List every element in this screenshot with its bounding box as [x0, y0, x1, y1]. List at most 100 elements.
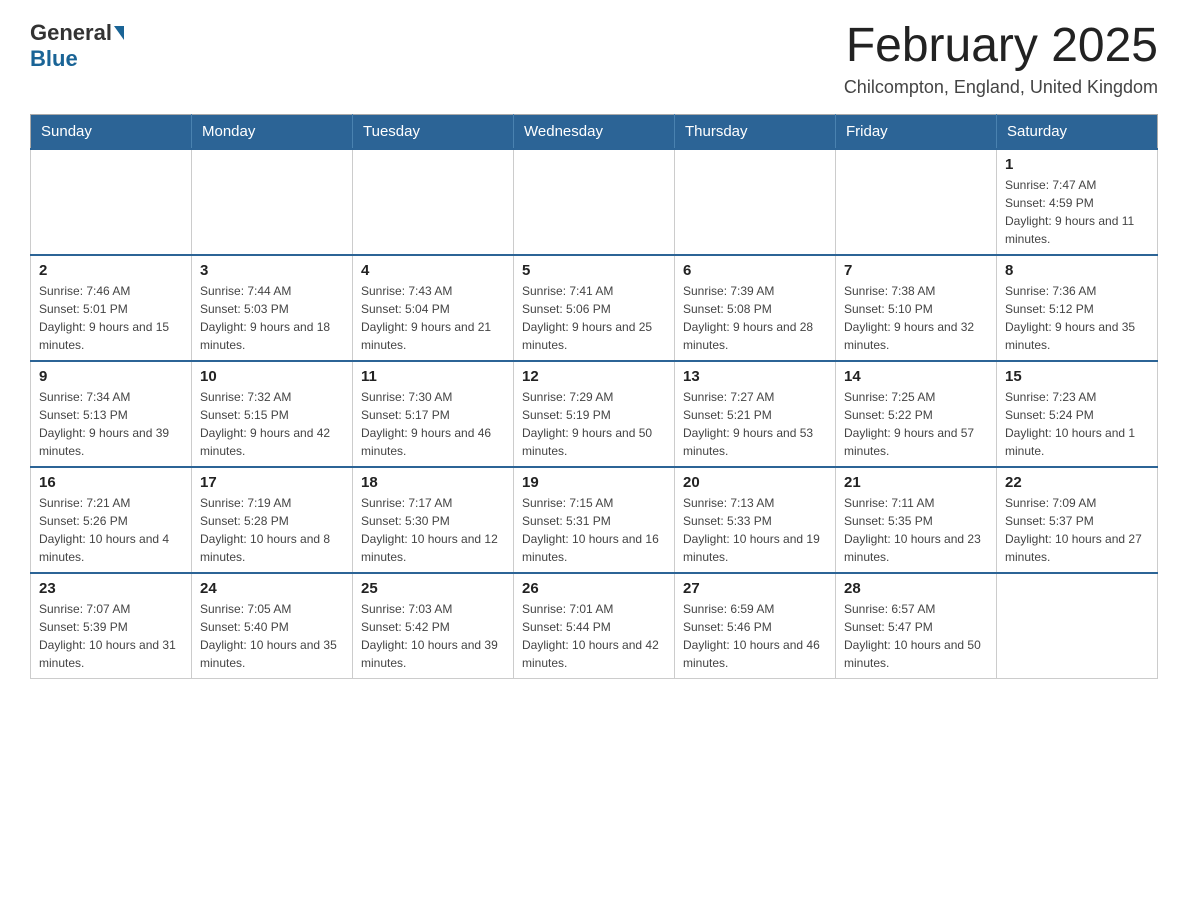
- day-info: Sunrise: 7:23 AMSunset: 5:24 PMDaylight:…: [1005, 388, 1149, 460]
- table-row: 23Sunrise: 7:07 AMSunset: 5:39 PMDayligh…: [31, 573, 192, 679]
- day-number: 2: [39, 262, 183, 279]
- day-info: Sunrise: 7:27 AMSunset: 5:21 PMDaylight:…: [683, 388, 827, 460]
- calendar-table: Sunday Monday Tuesday Wednesday Thursday…: [30, 114, 1158, 679]
- day-info: Sunrise: 7:05 AMSunset: 5:40 PMDaylight:…: [200, 600, 344, 672]
- table-row: 9 Sunrise: 7:34 AMSunset: 5:13 PMDaylight…: [31, 361, 192, 467]
- col-header-wednesday: Wednesday: [514, 114, 675, 149]
- day-info: Sunrise: 7:15 AMSunset: 5:31 PMDaylight:…: [522, 494, 666, 566]
- day-number: 6: [683, 262, 827, 279]
- table-row: 18 Sunrise: 7:17 AMSunset: 5:30 PMDayligh…: [353, 467, 514, 573]
- calendar-week-row: 1Sunrise: 7:47 AMSunset: 4:59 PMDaylight…: [31, 149, 1158, 255]
- table-row: 17 Sunrise: 7:19 AMSunset: 5:28 PMDayligh…: [192, 467, 353, 573]
- table-row: 12 Sunrise: 7:29 AMSunset: 5:19 PMDayligh…: [514, 361, 675, 467]
- day-info: Sunrise: 7:09 AMSunset: 5:37 PMDaylight:…: [1005, 494, 1149, 566]
- day-number: 28: [844, 580, 988, 597]
- table-row: 24 Sunrise: 7:05 AMSunset: 5:40 PMDayligh…: [192, 573, 353, 679]
- logo: General Blue: [30, 20, 126, 72]
- day-number: 11: [361, 368, 505, 385]
- location-subtitle: Chilcompton, England, United Kingdom: [844, 77, 1158, 98]
- table-row: [192, 149, 353, 255]
- table-row: 6 Sunrise: 7:39 AMSunset: 5:08 PMDaylight…: [675, 255, 836, 361]
- day-info: Sunrise: 7:13 AMSunset: 5:33 PMDaylight:…: [683, 494, 827, 566]
- table-row: 7 Sunrise: 7:38 AMSunset: 5:10 PMDaylight…: [836, 255, 997, 361]
- day-number: 15: [1005, 368, 1149, 385]
- day-number: 27: [683, 580, 827, 597]
- day-number: 16: [39, 474, 183, 491]
- day-number: 7: [844, 262, 988, 279]
- day-info: Sunrise: 7:29 AMSunset: 5:19 PMDaylight:…: [522, 388, 666, 460]
- table-row: 11Sunrise: 7:30 AMSunset: 5:17 PMDayligh…: [353, 361, 514, 467]
- day-info: Sunrise: 7:11 AMSunset: 5:35 PMDaylight:…: [844, 494, 988, 566]
- logo-blue-text: Blue: [30, 46, 78, 72]
- day-info: Sunrise: 7:43 AMSunset: 5:04 PMDaylight:…: [361, 282, 505, 354]
- calendar-week-row: 23Sunrise: 7:07 AMSunset: 5:39 PMDayligh…: [31, 573, 1158, 679]
- calendar-week-row: 16 Sunrise: 7:21 AMSunset: 5:26 PMDayligh…: [31, 467, 1158, 573]
- day-info: Sunrise: 7:36 AMSunset: 5:12 PMDaylight:…: [1005, 282, 1149, 354]
- title-area: February 2025 Chilcompton, England, Unit…: [844, 20, 1158, 98]
- day-info: Sunrise: 7:38 AMSunset: 5:10 PMDaylight:…: [844, 282, 988, 354]
- table-row: 1Sunrise: 7:47 AMSunset: 4:59 PMDaylight…: [997, 149, 1158, 255]
- day-number: 25: [361, 580, 505, 597]
- table-row: [997, 573, 1158, 679]
- day-info: Sunrise: 7:07 AMSunset: 5:39 PMDaylight:…: [39, 600, 183, 672]
- day-info: Sunrise: 7:47 AMSunset: 4:59 PMDaylight:…: [1005, 176, 1149, 248]
- logo-general-text: General: [30, 20, 112, 46]
- table-row: 14Sunrise: 7:25 AMSunset: 5:22 PMDayligh…: [836, 361, 997, 467]
- day-info: Sunrise: 7:19 AMSunset: 5:28 PMDaylight:…: [200, 494, 344, 566]
- day-info: Sunrise: 7:21 AMSunset: 5:26 PMDaylight:…: [39, 494, 183, 566]
- table-row: 27 Sunrise: 6:59 AMSunset: 5:46 PMDayligh…: [675, 573, 836, 679]
- day-number: 4: [361, 262, 505, 279]
- logo-triangle-icon: [114, 26, 124, 40]
- day-number: 18: [361, 474, 505, 491]
- table-row: 8 Sunrise: 7:36 AMSunset: 5:12 PMDaylight…: [997, 255, 1158, 361]
- table-row: [514, 149, 675, 255]
- day-number: 10: [200, 368, 344, 385]
- day-number: 5: [522, 262, 666, 279]
- day-number: 17: [200, 474, 344, 491]
- table-row: [353, 149, 514, 255]
- table-row: [675, 149, 836, 255]
- col-header-tuesday: Tuesday: [353, 114, 514, 149]
- day-info: Sunrise: 6:59 AMSunset: 5:46 PMDaylight:…: [683, 600, 827, 672]
- day-number: 13: [683, 368, 827, 385]
- table-row: 16 Sunrise: 7:21 AMSunset: 5:26 PMDayligh…: [31, 467, 192, 573]
- col-header-thursday: Thursday: [675, 114, 836, 149]
- day-info: Sunrise: 7:39 AMSunset: 5:08 PMDaylight:…: [683, 282, 827, 354]
- day-number: 3: [200, 262, 344, 279]
- table-row: 22 Sunrise: 7:09 AMSunset: 5:37 PMDayligh…: [997, 467, 1158, 573]
- table-row: 21 Sunrise: 7:11 AMSunset: 5:35 PMDayligh…: [836, 467, 997, 573]
- table-row: [31, 149, 192, 255]
- day-info: Sunrise: 7:32 AMSunset: 5:15 PMDaylight:…: [200, 388, 344, 460]
- col-header-saturday: Saturday: [997, 114, 1158, 149]
- day-number: 8: [1005, 262, 1149, 279]
- table-row: 2 Sunrise: 7:46 AMSunset: 5:01 PMDaylight…: [31, 255, 192, 361]
- day-number: 21: [844, 474, 988, 491]
- day-info: Sunrise: 6:57 AMSunset: 5:47 PMDaylight:…: [844, 600, 988, 672]
- day-info: Sunrise: 7:41 AMSunset: 5:06 PMDaylight:…: [522, 282, 666, 354]
- table-row: [836, 149, 997, 255]
- month-title: February 2025: [844, 20, 1158, 73]
- table-row: 20Sunrise: 7:13 AMSunset: 5:33 PMDayligh…: [675, 467, 836, 573]
- table-row: 15 Sunrise: 7:23 AMSunset: 5:24 PMDayligh…: [997, 361, 1158, 467]
- day-info: Sunrise: 7:25 AMSunset: 5:22 PMDaylight:…: [844, 388, 988, 460]
- day-number: 9: [39, 368, 183, 385]
- table-row: 25Sunrise: 7:03 AMSunset: 5:42 PMDayligh…: [353, 573, 514, 679]
- table-row: 19Sunrise: 7:15 AMSunset: 5:31 PMDayligh…: [514, 467, 675, 573]
- day-info: Sunrise: 7:44 AMSunset: 5:03 PMDaylight:…: [200, 282, 344, 354]
- day-number: 24: [200, 580, 344, 597]
- table-row: 5 Sunrise: 7:41 AMSunset: 5:06 PMDaylight…: [514, 255, 675, 361]
- page-header: General Blue February 2025 Chilcompton, …: [30, 20, 1158, 98]
- table-row: 28 Sunrise: 6:57 AMSunset: 5:47 PMDayligh…: [836, 573, 997, 679]
- day-number: 22: [1005, 474, 1149, 491]
- day-info: Sunrise: 7:46 AMSunset: 5:01 PMDaylight:…: [39, 282, 183, 354]
- day-number: 26: [522, 580, 666, 597]
- calendar-header-row: Sunday Monday Tuesday Wednesday Thursday…: [31, 114, 1158, 149]
- day-info: Sunrise: 7:17 AMSunset: 5:30 PMDaylight:…: [361, 494, 505, 566]
- table-row: 10 Sunrise: 7:32 AMSunset: 5:15 PMDayligh…: [192, 361, 353, 467]
- day-number: 12: [522, 368, 666, 385]
- table-row: 4 Sunrise: 7:43 AMSunset: 5:04 PMDaylight…: [353, 255, 514, 361]
- calendar-week-row: 2 Sunrise: 7:46 AMSunset: 5:01 PMDaylight…: [31, 255, 1158, 361]
- day-info: Sunrise: 7:34 AMSunset: 5:13 PMDaylight:…: [39, 388, 183, 460]
- table-row: 3 Sunrise: 7:44 AMSunset: 5:03 PMDaylight…: [192, 255, 353, 361]
- table-row: 13 Sunrise: 7:27 AMSunset: 5:21 PMDayligh…: [675, 361, 836, 467]
